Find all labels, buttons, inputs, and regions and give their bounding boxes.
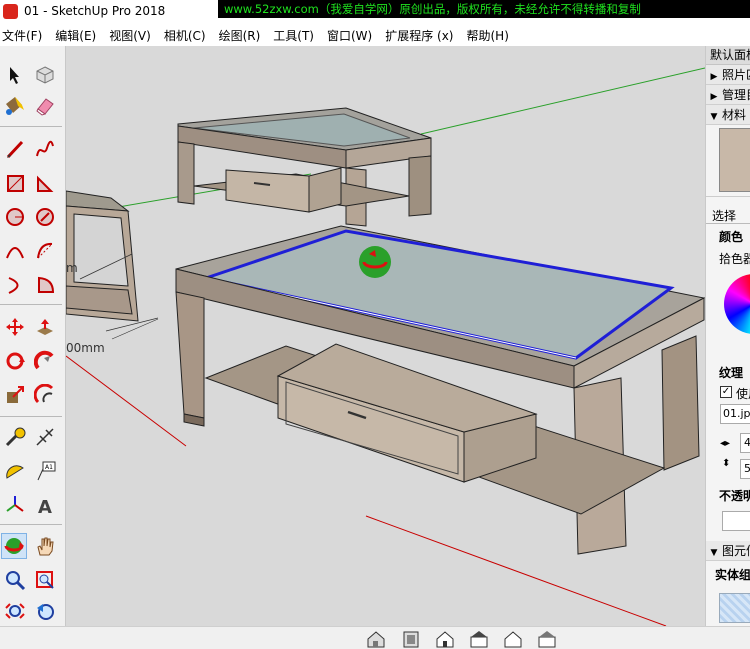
menu-window[interactable]: 窗口(W) <box>327 27 372 44</box>
axes-tool-icon[interactable] <box>2 492 28 518</box>
use-texture-checkbox[interactable]: ✓ <box>720 386 732 398</box>
zoom-extents-icon[interactable] <box>2 598 28 624</box>
three-point-arc-icon[interactable] <box>2 272 28 298</box>
orbit-tool-icon[interactable] <box>1 533 27 559</box>
height-arrows-icon: ⬍ <box>722 458 731 469</box>
eraser-icon[interactable] <box>32 93 58 119</box>
right-view-icon[interactable] <box>468 629 490 649</box>
rotate-tool-icon[interactable] <box>2 348 28 374</box>
freehand-tool-icon[interactable] <box>32 136 58 162</box>
texture-height-field[interactable]: 5 <box>740 459 750 479</box>
default-tray: 默认面板 ▶照片匹配 ▶管理目录 ▼材料 选择 颜色 拾色器 纹理 ✓ 使用纹理… <box>705 46 750 626</box>
use-texture-label: 使用纹理图像 <box>736 387 750 401</box>
dimension-label: 00mm <box>66 341 105 355</box>
opacity-slider[interactable] <box>722 511 750 531</box>
entity-preview <box>719 593 750 623</box>
select-tool-icon[interactable] <box>2 62 28 88</box>
status-bar <box>0 626 750 649</box>
left-view-icon[interactable] <box>536 629 558 649</box>
sketchup-app-icon <box>3 4 18 19</box>
svg-text:A1: A1 <box>45 464 53 471</box>
tray-section-photo-match[interactable]: ▶照片匹配 <box>706 65 750 85</box>
dimension-tool-icon[interactable] <box>32 424 58 450</box>
texture-width-field[interactable]: 4 <box>740 433 750 453</box>
green-axis-line-far <box>420 67 705 135</box>
partial-coffee-table-left: m 00mm <box>66 190 159 355</box>
window-title: 01 - SketchUp Pro 2018 <box>24 4 166 18</box>
top-view-icon[interactable] <box>400 629 422 649</box>
texture-file-field[interactable]: 01.jpg <box>720 404 750 424</box>
menu-help[interactable]: 帮助(H) <box>466 27 508 44</box>
menu-bar: 文件(F) 编辑(E) 视图(V) 相机(C) 绘图(R) 工具(T) 窗口(W… <box>0 24 750 46</box>
text-tool-icon[interactable]: A1 <box>32 458 58 484</box>
title-bar: 01 - SketchUp Pro 2018 www.52zxw.com（我爱自… <box>0 0 750 24</box>
tape-measure-icon[interactable] <box>2 424 28 450</box>
arc-tool-icon[interactable] <box>2 238 28 264</box>
make-component-icon[interactable] <box>32 62 58 88</box>
two-point-arc-icon[interactable] <box>32 238 58 264</box>
tray-section-entity-info[interactable]: ▼图元信息 <box>706 541 750 561</box>
polygon-tool-icon[interactable] <box>32 204 58 230</box>
iso-view-icon[interactable] <box>365 629 387 649</box>
move-tool-icon[interactable] <box>2 314 28 340</box>
tray-section-manage-catalog[interactable]: ▶管理目录 <box>706 85 750 105</box>
menu-tools[interactable]: 工具(T) <box>273 27 314 44</box>
rectangle-tool-icon[interactable] <box>2 170 28 196</box>
menu-edit[interactable]: 编辑(E) <box>55 27 96 44</box>
color-title: 颜色 <box>719 230 744 244</box>
rotated-rectangle-icon[interactable] <box>32 170 58 196</box>
color-picker-label: 拾色器 <box>719 252 750 266</box>
opacity-title: 不透明 <box>719 489 750 503</box>
paint-bucket-icon[interactable] <box>2 93 28 119</box>
coffee-table-back <box>177 107 432 227</box>
front-view-icon[interactable] <box>434 629 456 649</box>
scale-tool-icon[interactable] <box>2 382 28 408</box>
menu-extensions[interactable]: 扩展程序 (x) <box>385 27 453 44</box>
menu-draw[interactable]: 绘图(R) <box>219 27 261 44</box>
menu-camera[interactable]: 相机(C) <box>164 27 206 44</box>
modeling-viewport[interactable]: m 00mm <box>66 46 705 626</box>
tab-select[interactable]: 选择 <box>712 207 736 224</box>
svg-text:A: A <box>38 497 52 516</box>
line-tool-icon[interactable] <box>2 136 28 162</box>
tray-section-materials[interactable]: ▼ 材料 <box>706 105 750 125</box>
offset-tool-icon[interactable] <box>32 382 58 408</box>
solid-group-label: 实体组 <box>715 568 750 582</box>
pan-hand-icon[interactable] <box>32 533 58 559</box>
circle-tool-icon[interactable] <box>2 204 28 230</box>
texture-title: 纹理 <box>719 366 744 380</box>
material-swatch[interactable] <box>719 128 750 192</box>
3d-text-icon[interactable]: A <box>32 492 58 518</box>
scene-canvas[interactable]: m 00mm <box>66 46 705 626</box>
zoom-window-icon[interactable] <box>32 567 58 593</box>
large-tool-set: A1 A <box>0 46 66 626</box>
orbit-cursor-icon <box>359 246 391 278</box>
coffee-table-front <box>175 225 705 555</box>
menu-view[interactable]: 视图(V) <box>109 27 151 44</box>
width-arrows-icon: ◂▸ <box>720 438 731 449</box>
protractor-icon[interactable] <box>2 458 28 484</box>
push-pull-icon[interactable] <box>32 314 58 340</box>
back-view-icon[interactable] <box>502 629 524 649</box>
pie-tool-icon[interactable] <box>32 272 58 298</box>
dimension-label: m <box>66 261 78 275</box>
menu-file[interactable]: 文件(F) <box>2 27 42 44</box>
previous-view-icon[interactable] <box>32 598 58 624</box>
zoom-tool-icon[interactable] <box>2 567 28 593</box>
color-wheel[interactable] <box>724 274 750 334</box>
watermark-banner: www.52zxw.com（我爱自学网）原创出品，版权所有，未经允许不得转播和复… <box>218 0 750 18</box>
tray-header: 默认面板 <box>706 46 750 65</box>
follow-me-icon[interactable] <box>32 348 58 374</box>
